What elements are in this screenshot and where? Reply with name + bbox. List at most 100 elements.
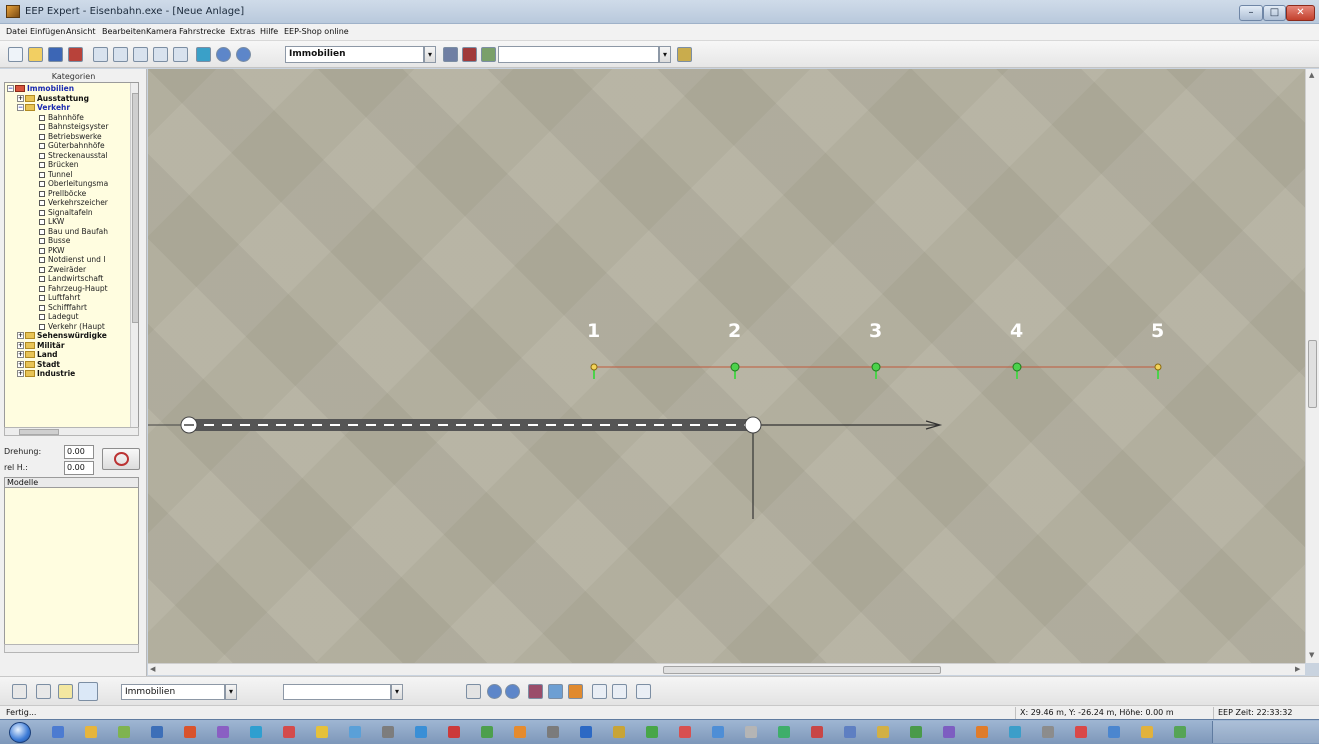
taskbar-app-icon[interactable] (481, 726, 493, 738)
bottom-zoom-in-icon[interactable] (487, 684, 502, 699)
taskbar-app-icon[interactable] (811, 726, 823, 738)
leaf-checkbox-icon[interactable] (39, 238, 45, 244)
leaf-checkbox-icon[interactable] (39, 257, 45, 263)
tree-item[interactable]: Betriebswerke (39, 132, 102, 141)
tree-item[interactable]: Güterbahnhöfe (39, 142, 105, 150)
start-button[interactable] (9, 722, 31, 743)
taskbar-app-icon[interactable] (1141, 726, 1153, 738)
taskbar-app-icon[interactable] (514, 726, 526, 738)
road-icon[interactable] (481, 47, 496, 62)
leaf-checkbox-icon[interactable] (39, 181, 45, 187)
taskbar-app-icon[interactable] (448, 726, 460, 738)
light-bulb-icon[interactable] (58, 684, 73, 699)
tools-icon[interactable] (677, 47, 692, 62)
taskbar-app-icon[interactable] (85, 726, 97, 738)
taskbar-app-icon[interactable] (910, 726, 922, 738)
scroll-down-icon[interactable]: ▼ (1309, 651, 1314, 659)
tree-item[interactable]: Bau und Baufah (39, 227, 108, 236)
taskbar-app-icon[interactable] (217, 726, 229, 738)
models-list[interactable] (4, 488, 139, 652)
track-edit-icon[interactable] (153, 47, 168, 62)
leaf-checkbox-icon[interactable] (39, 266, 45, 273)
tree-item[interactable]: − Verkehr (17, 104, 70, 112)
tree-item[interactable]: + Militär (17, 341, 65, 350)
taskbar-app-icon[interactable] (976, 726, 988, 738)
leaf-checkbox-icon[interactable] (39, 304, 45, 311)
tree-expander-icon[interactable]: + (17, 341, 24, 349)
scroll-left-icon[interactable]: ◀ (150, 665, 155, 673)
tree-expander-icon[interactable]: + (17, 370, 24, 377)
leaf-checkbox-icon[interactable] (39, 143, 45, 149)
leaf-checkbox-icon[interactable] (39, 133, 45, 140)
tree-item[interactable]: Verkehrszeicher (39, 199, 108, 207)
menu-eep-shop[interactable]: EEP-Shop online (284, 27, 349, 36)
taskbar-app-icon[interactable] (1108, 726, 1120, 738)
spline-tool-icon[interactable] (78, 682, 98, 701)
taskbar-app-icon[interactable] (745, 726, 757, 738)
track-end-node[interactable] (744, 416, 762, 434)
tree-item[interactable]: Landwirtschaft (39, 275, 103, 283)
tree-item[interactable]: + Ausstattung (17, 94, 89, 103)
tree-item[interactable]: Ladegut (39, 313, 79, 321)
minimize-button[interactable]: – (1239, 5, 1263, 21)
leaf-checkbox-icon[interactable] (39, 124, 45, 130)
taskbar-app-icon[interactable] (382, 726, 394, 738)
taskbar-app-icon[interactable] (415, 726, 427, 738)
marker-pin-icon[interactable] (1154, 363, 1162, 371)
leaf-checkbox-icon[interactable] (39, 152, 45, 159)
bottom-category-arrow-icon[interactable]: ▾ (225, 684, 237, 700)
object-search-combo[interactable] (498, 46, 659, 63)
leaf-checkbox-icon[interactable] (39, 219, 45, 225)
tree-scroll-thumb[interactable] (132, 93, 138, 323)
category-tree[interactable]: − Immobilien + Ausstattung − Verkehr Bahnhöfe B… (4, 82, 139, 429)
leaf-checkbox-icon[interactable] (39, 295, 45, 301)
leaf-checkbox-icon[interactable] (39, 314, 45, 320)
tree-expander-icon[interactable]: + (17, 332, 24, 339)
tree-expander-icon[interactable]: − (17, 104, 24, 111)
signal-icon[interactable] (462, 47, 477, 62)
save-icon[interactable] (48, 47, 63, 62)
viewport-hscroll-thumb[interactable] (663, 666, 941, 674)
rail-object-icon[interactable] (443, 47, 458, 62)
marker-pin-icon[interactable] (590, 363, 598, 371)
taskbar-app-icon[interactable] (844, 726, 856, 738)
bottom-search-combo[interactable] (283, 684, 391, 700)
tree-item[interactable]: Bahnsteigsyster (39, 123, 108, 131)
tree-item[interactable]: Schifffahrt (39, 303, 87, 312)
home-view-icon[interactable] (466, 684, 481, 699)
track-segment[interactable] (148, 416, 943, 519)
menu-fahrstrecke[interactable]: Fahrstrecke (179, 27, 225, 36)
leaf-checkbox-icon[interactable] (39, 209, 45, 216)
tree-expander-icon[interactable]: − (7, 85, 14, 92)
leaf-checkbox-icon[interactable] (39, 323, 45, 330)
leaf-checkbox-icon[interactable] (39, 171, 45, 178)
tree-item[interactable]: Fahrzeug-Haupt (39, 284, 108, 293)
3d-viewport[interactable]: 1 2 3 4 5 (148, 69, 1305, 663)
tree-item[interactable]: − Immobilien (7, 85, 74, 93)
tree-item[interactable]: Tunnel (39, 170, 72, 179)
tree-item[interactable]: PKW (39, 246, 65, 255)
track-connect-icon[interactable] (173, 47, 188, 62)
tree-item[interactable]: Bahnhöfe (39, 113, 84, 122)
viewport-vertical-scrollbar[interactable]: ▲ ▼ (1305, 69, 1319, 663)
category-combo[interactable]: Immobilien (285, 46, 424, 63)
object-search-arrow-icon[interactable]: ▾ (659, 46, 671, 63)
taskbar-app-icon[interactable] (646, 726, 658, 738)
taskbar-app-icon[interactable] (712, 726, 724, 738)
leaf-checkbox-icon[interactable] (39, 228, 45, 235)
viewport-canvas[interactable]: 1 2 3 4 5 (148, 69, 1305, 663)
tree-item[interactable]: + Stadt (17, 360, 60, 369)
tree-item[interactable]: Prellböcke (39, 189, 86, 198)
taskbar-app-icon[interactable] (151, 726, 163, 738)
tree-item[interactable]: + Land (17, 351, 58, 359)
bottom-category-combo[interactable]: Immobilien (121, 684, 225, 700)
tree-item[interactable]: + Sehenswürdigke (17, 332, 107, 340)
tree-item[interactable]: + Industrie (17, 370, 75, 378)
marker-pin-icon[interactable] (730, 362, 740, 372)
viewport-vscroll-thumb[interactable] (1308, 340, 1317, 408)
leaf-checkbox-icon[interactable] (39, 285, 45, 292)
scroll-up-icon[interactable]: ▲ (1309, 71, 1314, 79)
taskbar-app-icon[interactable] (778, 726, 790, 738)
text-tool-icon[interactable] (36, 684, 51, 699)
menu-extras[interactable]: Extras (230, 27, 255, 36)
